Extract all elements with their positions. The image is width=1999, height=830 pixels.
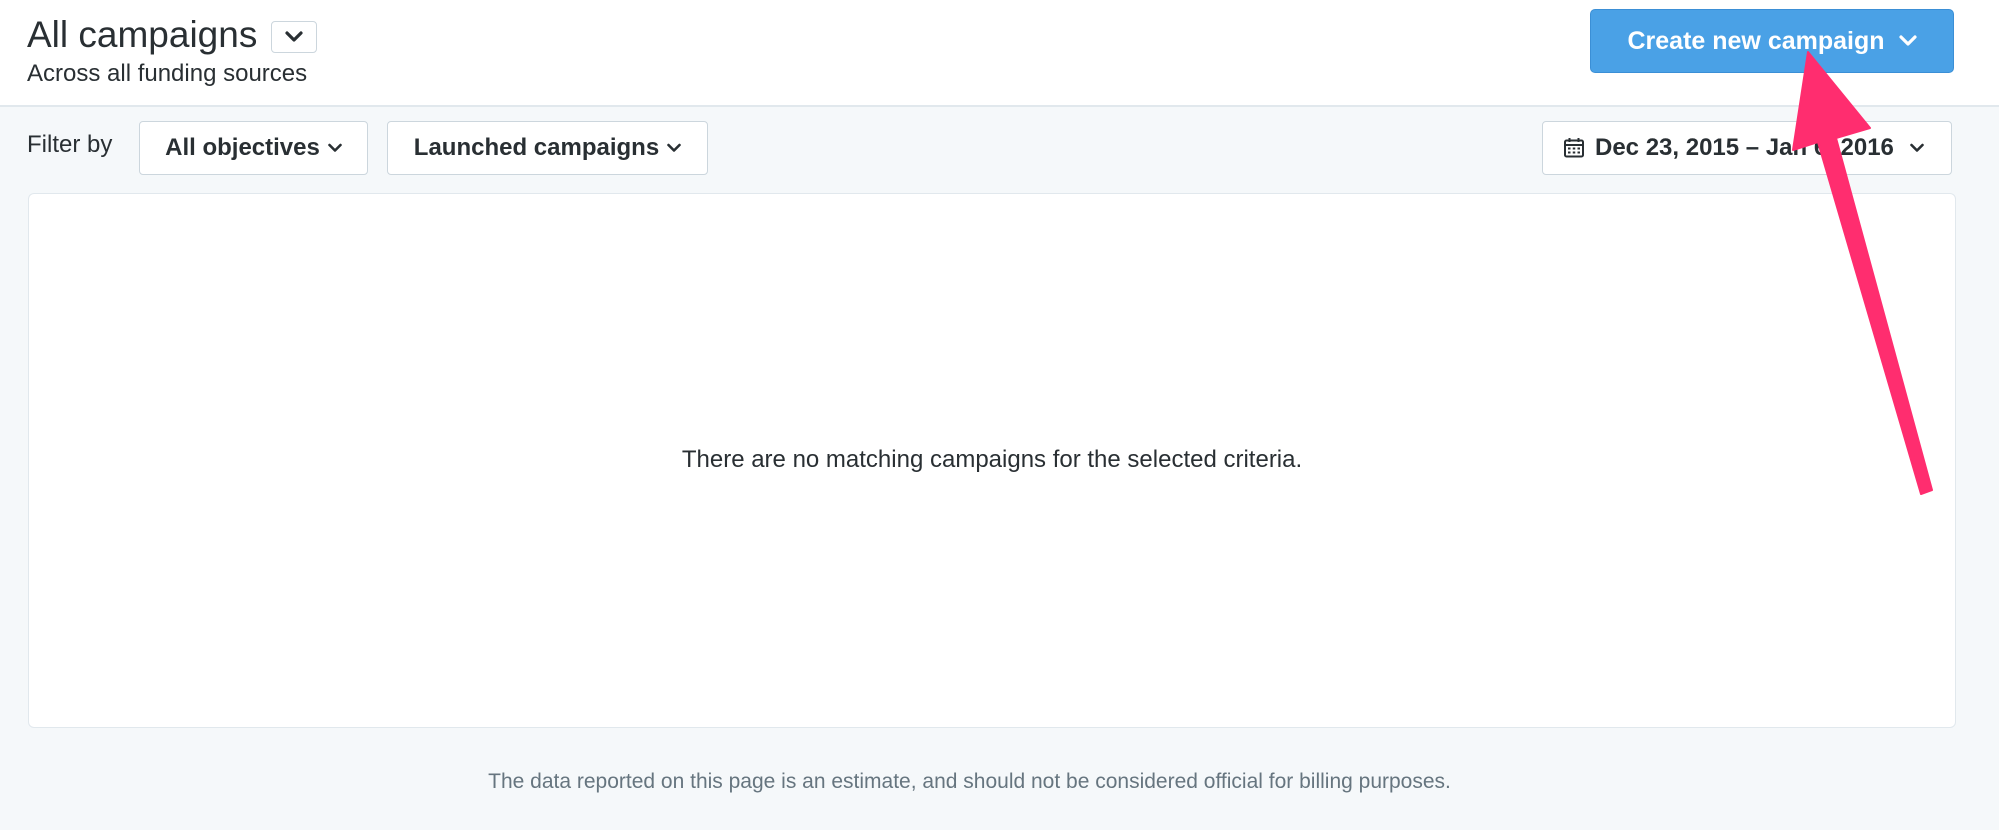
title-row: All campaigns [27,12,318,58]
page-subtitle: Across all funding sources [27,60,308,87]
calendar-icon [1563,137,1585,159]
campaign-scope-dropdown[interactable] [271,21,318,53]
chevron-down-icon [667,143,681,153]
chevron-down-icon [285,31,303,43]
page-header: All campaigns Across all funding sources… [0,0,1999,107]
chevron-down-icon [1898,35,1917,47]
objectives-filter-dropdown[interactable]: All objectives [139,121,368,175]
page-title: All campaigns [27,14,258,55]
objectives-filter-label: All objectives [165,134,320,161]
empty-state-message: There are no matching campaigns for the … [681,446,1303,473]
date-range-picker[interactable]: Dec 23, 2015 – Jan 6, 2016 [1542,121,1952,175]
campaign-status-filter-dropdown[interactable]: Launched campaigns [387,121,708,175]
create-button-label: Create new campaign [1627,26,1885,55]
campaigns-table-panel: There are no matching campaigns for the … [28,193,1956,728]
billing-disclaimer: The data reported on this page is an est… [488,770,1451,793]
date-range-label: Dec 23, 2015 – Jan 6, 2016 [1595,134,1894,161]
chevron-down-icon [328,143,342,153]
chevron-down-icon [1910,143,1924,153]
filter-by-label: Filter by [27,131,113,158]
campaign-status-filter-label: Launched campaigns [413,134,660,161]
create-new-campaign-button[interactable]: Create new campaign [1590,9,1954,73]
